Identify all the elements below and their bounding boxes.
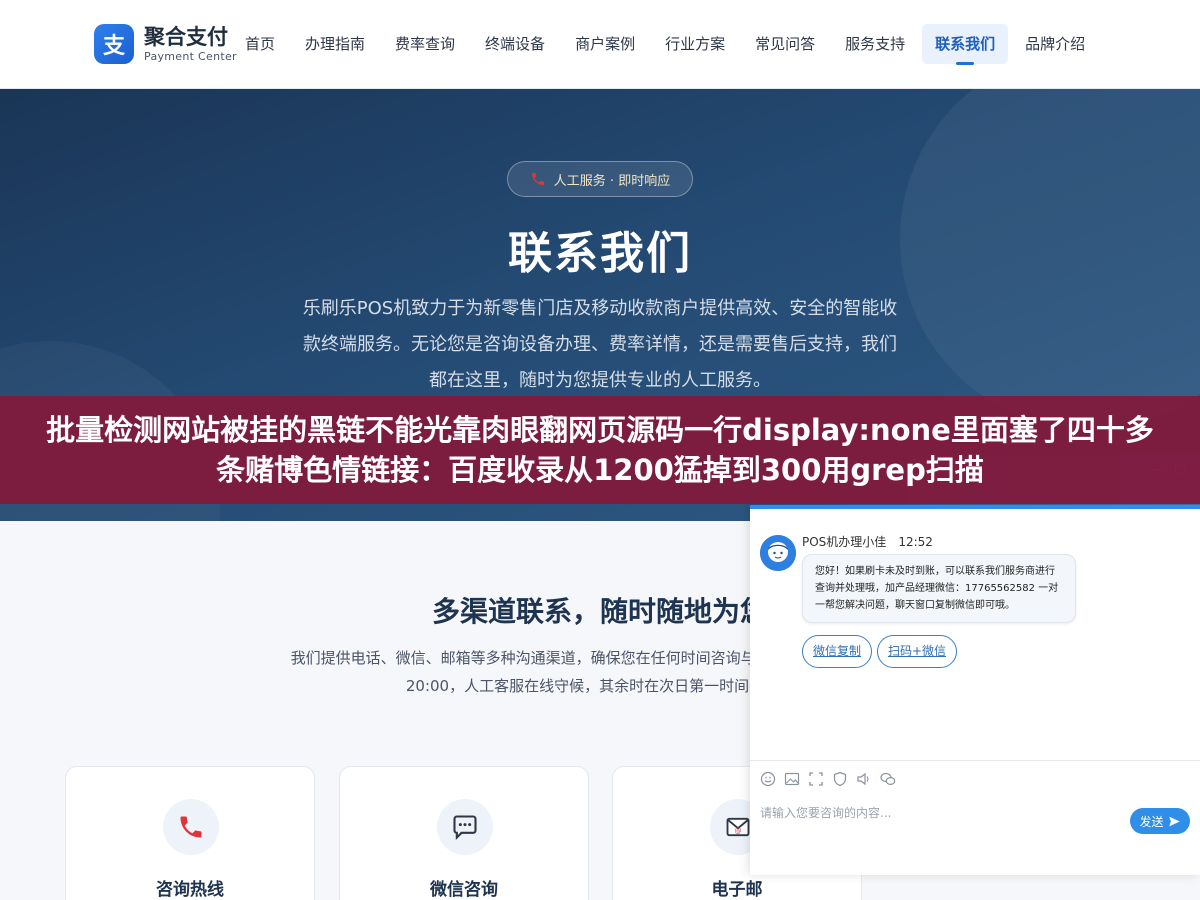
nav-item-contact[interactable]: 联系我们 [922, 24, 1009, 65]
send-button-label: 发送 [1139, 814, 1164, 829]
main-nav: 首页 办理指南 费率查询 终端设备 商户案例 行业方案 常见问答 服务支持 联系… [232, 24, 1102, 65]
channel-card-title: 电子邮 [711, 880, 763, 900]
chat-icon [437, 799, 493, 855]
nav-item-guide[interactable]: 办理指南 [292, 24, 378, 64]
channel-card-title: 微信咨询 [430, 880, 498, 900]
wechat-icon[interactable] [880, 771, 896, 787]
scan-wechat-button[interactable]: 扫码+微信 [877, 635, 958, 668]
overlay-banner: 批量检测网站被挂的黑链不能光靠肉眼翻网页源码一行display:none里面塞了… [0, 396, 1200, 504]
nav-item-devices[interactable]: 终端设备 [472, 24, 558, 64]
send-button[interactable]: 发送 [1130, 808, 1190, 834]
svg-text:@: @ [735, 827, 742, 835]
nav-item-rates[interactable]: 费率查询 [382, 24, 468, 64]
service-pill-label: 人工服务 · 即时响应 [553, 173, 671, 189]
overlay-banner-text: 批量检测网站被挂的黑链不能光靠肉眼翻网页源码一行display:none里面塞了… [46, 413, 1154, 487]
agent-name-line: POS机办理小佳 12:52 [802, 533, 933, 550]
hero-description: 乐刷乐POS机致力于为新零售门店及移动收款商户提供高效、安全的智能收款终端服务。… [302, 298, 898, 391]
copy-wechat-button[interactable]: 微信复制 [802, 635, 873, 668]
chat-message-input[interactable] [760, 801, 1120, 825]
message-time: 12:52 [898, 535, 933, 549]
logo-mark: 支 [94, 24, 134, 64]
nav-item-support[interactable]: 服务支持 [832, 24, 918, 64]
channel-card-title: 咨询热线 [156, 880, 224, 900]
chat-header-strip [750, 505, 1200, 509]
logo-title: 聚合支付 [144, 25, 228, 49]
service-pill: 人工服务 · 即时响应 [507, 161, 693, 197]
agent-avatar [760, 535, 796, 571]
logo-subtitle: Payment Center [144, 50, 237, 63]
channel-card-phone[interactable]: 咨询热线 [65, 766, 315, 900]
shield-icon[interactable] [832, 771, 848, 787]
chat-toolbar [760, 771, 904, 787]
channel-card-wechat[interactable]: 微信咨询 [339, 766, 589, 900]
agent-name: POS机办理小佳 [802, 535, 887, 549]
nav-item-faq[interactable]: 常见问答 [742, 24, 828, 64]
phone-icon [531, 173, 544, 185]
phone-icon [163, 799, 219, 855]
image-icon[interactable] [784, 771, 800, 787]
screenshot-icon[interactable] [808, 771, 824, 787]
send-icon [1168, 816, 1180, 826]
brand-logo[interactable]: 支 聚合支付 Payment Center [94, 24, 237, 64]
chat-message-bubble: 您好！如果刷卡未及时到账，可以联系我们服务商进行查询并处理哦，加产品经理微信：1… [802, 554, 1076, 623]
nav-item-solutions[interactable]: 行业方案 [652, 24, 738, 64]
nav-item-cases[interactable]: 商户案例 [562, 24, 648, 64]
logo-text: 聚合支付 Payment Center [144, 24, 237, 64]
page-title: 联系我们 [508, 228, 692, 279]
nav-item-brand[interactable]: 品牌介绍 [1012, 24, 1098, 64]
chat-widget: — ☐ POS机办理小佳12:52 您好！如果刷卡未及时到账，可以联系我们服务商… [750, 455, 1200, 875]
chat-divider [750, 760, 1200, 761]
top-header: 支 聚合支付 Payment Center 首页 办理指南 费率查询 终端设备 … [0, 0, 1200, 89]
emoji-icon[interactable] [760, 771, 776, 787]
audio-icon[interactable] [856, 771, 872, 787]
nav-item-home[interactable]: 首页 [232, 24, 288, 64]
